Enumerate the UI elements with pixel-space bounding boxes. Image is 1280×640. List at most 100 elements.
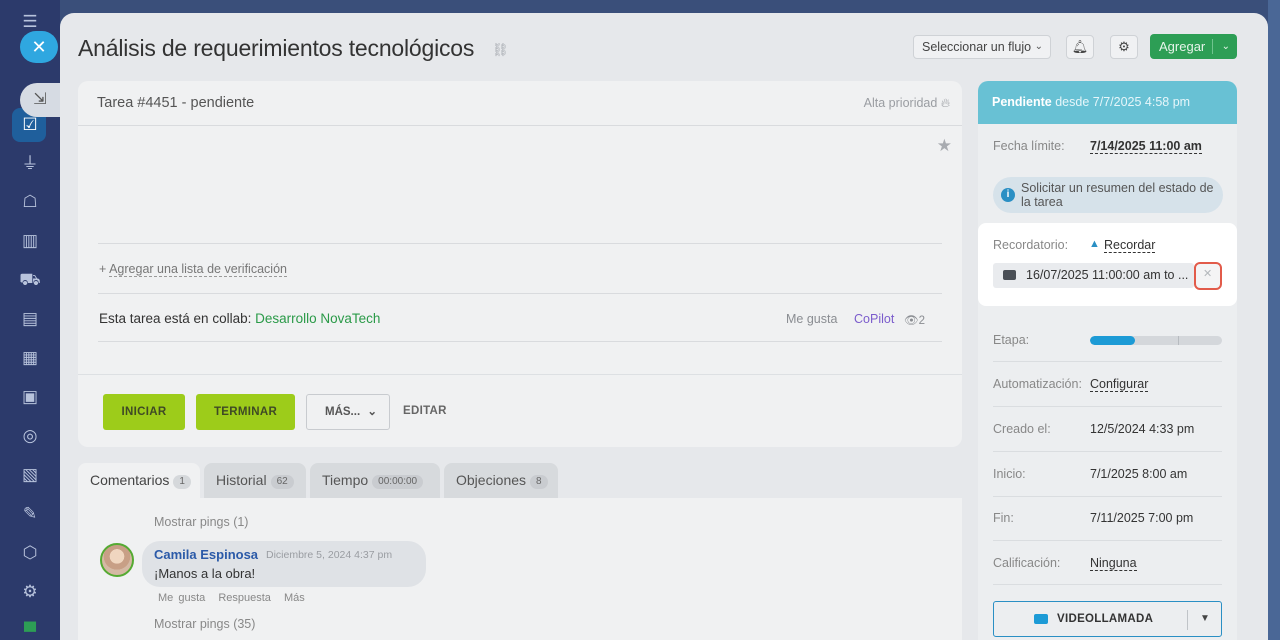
summary-request-label: Solicitar un resumen del estado de la ta… (1021, 181, 1214, 209)
robot-icon[interactable]: ☖ (18, 190, 42, 214)
automation-label: Automatización: (993, 377, 1082, 391)
avatar[interactable] (100, 543, 134, 577)
app-icon[interactable]: ▀ (18, 620, 42, 640)
collab-link[interactable]: Desarrollo NovaTech (255, 311, 380, 326)
flow-select[interactable]: Seleccionar un flujo ⌄ (913, 35, 1051, 59)
comment-like-link[interactable]: Me gusta (158, 592, 205, 604)
more-button[interactable]: MÁS... ⌄ (306, 394, 390, 430)
divider (993, 496, 1222, 497)
task-card: Tarea #4451 - pendiente Alta prioridad 🔥… (78, 81, 962, 447)
like-link[interactable]: Me gusta (786, 312, 837, 326)
comment-more-link[interactable]: Más (284, 592, 305, 604)
target-icon[interactable]: ◎ (18, 424, 42, 448)
tab-count: 00:00:00 (372, 475, 424, 489)
flow-select-label: Seleccionar un flujo (922, 40, 1032, 54)
close-slider-button[interactable]: ✕ (20, 31, 58, 63)
minimize-slider-button[interactable]: ⇲ (20, 83, 60, 117)
pen-icon[interactable]: ✎ (18, 502, 42, 526)
camera-icon (1034, 614, 1048, 624)
calendar-icon[interactable]: ▦ (18, 346, 42, 370)
finish-button[interactable]: TERMINAR (196, 394, 295, 430)
start-value: 7/1/2025 8:00 am (1090, 467, 1188, 481)
document-icon[interactable]: ▧ (18, 463, 42, 487)
divider (993, 406, 1222, 407)
status-since: desde 7/7/2025 4:58 pm (1055, 95, 1191, 109)
show-pings-link[interactable]: Mostrar pings (1) (154, 515, 248, 529)
comment-author[interactable]: Camila Espinosa (154, 547, 258, 562)
add-checklist-link[interactable]: + Agregar una lista de verificación (99, 262, 287, 277)
tab-count: 1 (173, 475, 191, 489)
status-bar: Pendiente desde 7/7/2025 4:58 pm (978, 81, 1237, 124)
divider (78, 374, 962, 375)
comment-reply-link[interactable]: Respuesta (218, 592, 271, 604)
views-count: 2 (918, 315, 926, 327)
stage-label: Etapa: (993, 333, 1030, 347)
reminder-item[interactable]: 16/07/2025 11:00:00 am to ... (993, 263, 1194, 288)
gear-icon: ⚙ (1118, 39, 1130, 54)
divider (993, 540, 1222, 541)
add-split-divider (1212, 39, 1213, 54)
divider (993, 584, 1222, 585)
created-label: Creado el: (993, 422, 1051, 436)
divider (98, 293, 942, 294)
cart-icon[interactable]: ⛟ (18, 268, 42, 292)
reminder-label: Recordatorio: (993, 238, 1069, 252)
star-icon[interactable]: ★ (937, 136, 952, 156)
comment-bubble: Camila Espinosa Diciembre 5, 2024 4:37 p… (142, 541, 426, 587)
task-header: Tarea #4451 - pendiente Alta prioridad 🔥… (78, 81, 962, 126)
chevron-down-icon[interactable]: ⌄ (1222, 34, 1230, 59)
reminder-block: Recordatorio: ▲ Recordar 16/07/2025 11:0… (978, 223, 1237, 306)
edit-button[interactable]: EDITAR (403, 405, 447, 417)
collab-info: Esta tarea está en collab: Desarrollo No… (99, 311, 380, 326)
automation-configure-link[interactable]: Configurar (1090, 377, 1149, 392)
background-edge (1268, 0, 1280, 640)
start-button[interactable]: INICIAR (103, 394, 185, 430)
video-split-divider (1187, 610, 1188, 630)
task-id-status: Tarea #4451 - pendiente (97, 95, 255, 111)
chevron-down-icon: ⌄ (367, 406, 377, 418)
deadline-value[interactable]: 7/14/2025 11:00 am (1090, 139, 1202, 154)
stage-progress-bar[interactable] (1090, 336, 1222, 345)
task-info-panel: Pendiente desde 7/7/2025 4:58 pm Fecha l… (978, 81, 1237, 640)
end-value: 7/11/2025 7:00 pm (1090, 511, 1194, 525)
show-pings-link[interactable]: Mostrar pings (35) (154, 617, 255, 631)
comment-text: ¡Manos a la obra! (154, 566, 256, 581)
tab-label: Historial (216, 472, 267, 488)
settings-icon[interactable]: ⚙ (18, 580, 42, 604)
add-button-label: Agregar (1159, 39, 1206, 54)
remove-reminder-button[interactable]: ✕ (1194, 262, 1222, 290)
tab-time[interactable]: Tiempo 00:00:00 (310, 463, 440, 498)
video-call-button[interactable]: VIDEOLLAMADA ▼ (993, 601, 1222, 637)
add-button[interactable]: Agregar ⌄ (1150, 34, 1237, 59)
tab-history[interactable]: Historial 62 (204, 463, 306, 498)
end-label: Fin: (993, 511, 1014, 525)
rating-value[interactable]: Ninguna (1090, 556, 1137, 571)
collab-prefix: Esta tarea está en collab: (99, 311, 252, 326)
bell-button[interactable]: 🔔︎ (1066, 35, 1094, 59)
priority-toggle[interactable]: Alta prioridad 🔥︎ (864, 96, 950, 111)
remind-link[interactable]: Recordar (1104, 238, 1156, 253)
chart-icon[interactable]: ▥ (18, 229, 42, 253)
gear-button[interactable]: ⚙ (1110, 35, 1138, 59)
copy-link-icon[interactable]: ⛓ (492, 42, 509, 58)
tab-comments[interactable]: Comentarios 1 (78, 463, 200, 498)
divider (993, 451, 1222, 452)
rating-label: Calificación: (993, 556, 1061, 570)
comments-panel: Mostrar pings (1) Camila Espinosa Diciem… (78, 498, 962, 640)
reminder-bell-icon: ▲ (1089, 238, 1100, 250)
summary-request[interactable]: i Solicitar un resumen del estado de la … (993, 177, 1223, 213)
views-counter: 👁︎2 (904, 313, 925, 327)
copilot-link[interactable]: CoPilot (854, 312, 894, 326)
divider (98, 243, 942, 244)
chat-icon (1003, 270, 1016, 280)
filter-icon[interactable]: ⏚ (18, 152, 42, 176)
fire-icon: 🔥︎ (940, 96, 950, 110)
stage-progress-fill (1090, 336, 1135, 345)
box-icon[interactable]: ⬡ (18, 541, 42, 565)
tab-objections[interactable]: Objeciones 8 (444, 463, 558, 498)
store-icon[interactable]: ▣ (18, 385, 42, 409)
divider (98, 341, 942, 342)
card-icon[interactable]: ▤ (18, 307, 42, 331)
start-label: Inicio: (993, 467, 1026, 481)
chevron-down-icon[interactable]: ▼ (1200, 602, 1210, 636)
